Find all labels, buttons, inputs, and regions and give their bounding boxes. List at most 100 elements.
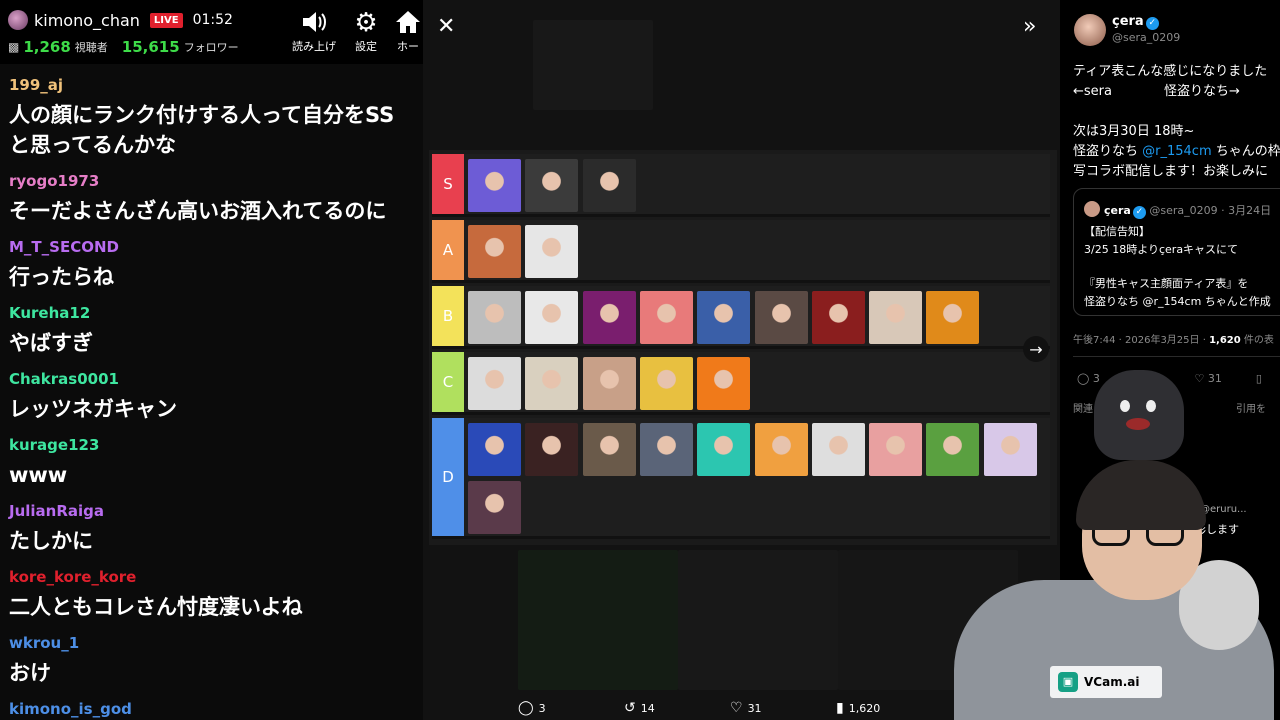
chat-message-user: Chakras0001 <box>9 370 119 388</box>
tier-thumbnail <box>468 357 521 410</box>
views-action[interactable]: ▮ 1,620 <box>836 700 942 716</box>
viewer-unit: 視聴者 <box>74 41 108 54</box>
chevron-double-right-icon[interactable]: » <box>1023 14 1036 39</box>
arrow-right-icon[interactable]: → <box>1023 336 1049 362</box>
home-label: ホー <box>397 40 419 53</box>
chat-header: kimono_chan LIVE 01:52 ▩ 1,268 視聴者 15,61… <box>0 0 423 64</box>
like-action[interactable]: ♡ 31 <box>730 700 836 716</box>
chat-message-text: と思ってるんかな <box>9 133 176 157</box>
chat-username[interactable]: kore_kore_kore <box>9 568 136 586</box>
views-count: 1,620 <box>848 701 881 715</box>
tier-thumbnail <box>811 423 865 476</box>
chat-username[interactable]: kimono_is_god <box>9 700 132 718</box>
retweet-icon: ↺ <box>624 700 636 716</box>
tier-thumbnail <box>525 357 579 410</box>
chat-message: www <box>9 460 419 490</box>
tier-thumbnail <box>639 423 693 476</box>
reply-count: 3 <box>538 701 546 715</box>
chat-message: 行ったらね <box>9 262 419 292</box>
chat-username[interactable]: wkrou_1 <box>9 634 79 652</box>
tweet-author-name[interactable]: çera ✓ <box>1112 14 1159 30</box>
tier-label: S <box>432 154 464 214</box>
chat-message-text: 行ったらね <box>9 265 114 289</box>
reply-action[interactable]: ◯ 3 <box>518 700 624 716</box>
chat-username[interactable]: JulianRaiga <box>9 502 104 520</box>
tier-thumbnail <box>754 423 808 476</box>
stream-info: kimono_chan LIVE 01:52 <box>8 10 233 30</box>
quote-handle: @sera_0209 · 3月24日 <box>1149 204 1272 217</box>
chat-message: たしかに <box>9 526 419 556</box>
webcam-overlay: ▣ VCam.ai <box>944 370 1280 720</box>
chat-message: おけ <box>9 658 419 688</box>
chat-username[interactable]: M_T_SECOND <box>9 238 119 256</box>
tweet-avatar[interactable] <box>1074 14 1106 46</box>
chat-message-user: 199_aj <box>9 76 63 94</box>
chat-message-user: Kureha12 <box>9 304 90 322</box>
chat-message-user: ryogo1973 <box>9 172 99 190</box>
home-button[interactable]: ホー <box>388 8 423 54</box>
elapsed-time: 01:52 <box>192 12 233 28</box>
tier-thumbnail <box>468 291 521 344</box>
verified-icon: ✓ <box>1132 206 1146 219</box>
like-count: 31 <box>747 701 762 715</box>
chat-message-user: kurage123 <box>9 436 99 454</box>
gear-icon: ⚙ <box>354 8 378 38</box>
chat-message: レッツネガキャン <box>9 394 419 424</box>
tier-row-b: B <box>432 286 1050 349</box>
tier-thumbnail <box>754 291 808 344</box>
background-thumbnail <box>518 550 678 690</box>
tier-thumbnail <box>582 291 636 344</box>
tier-thumbnail <box>525 291 579 344</box>
chat-message-text: www <box>9 463 68 487</box>
tier-thumbnail <box>697 357 751 410</box>
read-aloud-button[interactable]: 読み上げ <box>289 8 339 54</box>
penguin-beak <box>1126 418 1150 430</box>
settings-label: 設定 <box>355 40 377 53</box>
vcam-logo-icon: ▣ <box>1058 672 1078 692</box>
verified-icon: ✓ <box>1145 17 1159 30</box>
chat-username[interactable]: 199_aj <box>9 76 63 94</box>
background-image <box>533 20 653 110</box>
tier-thumbnail <box>697 423 751 476</box>
quote-name: çera <box>1104 204 1131 217</box>
chat-message-text: 二人ともコレさん忖度凄いよね <box>9 595 303 619</box>
quote-header: çera ✓ @sera_0209 · 3月24日 <box>1104 202 1271 219</box>
viewer-count: 1,268 <box>23 38 71 56</box>
retweet-action[interactable]: ↺ 14 <box>624 700 730 716</box>
chat-username[interactable]: Kureha12 <box>9 304 90 322</box>
tier-thumbnail <box>639 357 693 410</box>
chat-message-user: M_T_SECOND <box>9 238 119 256</box>
tier-label: C <box>432 352 464 412</box>
chat-message-user: kimono_is_god <box>9 700 132 718</box>
chat-username[interactable]: kurage123 <box>9 436 99 454</box>
tweet-handle[interactable]: @sera_0209 <box>1112 31 1180 44</box>
chat-message-text: 人の顔にランク付けする人って自分をSS <box>9 103 395 127</box>
tier-thumbnail <box>811 291 865 344</box>
mention-link[interactable]: @r_154cm <box>1143 295 1202 308</box>
chat-username[interactable]: Chakras0001 <box>9 370 119 388</box>
chat-message-text: そーだよさんざん高いお酒入れてるのに <box>9 199 387 223</box>
reply-icon: ◯ <box>518 700 534 716</box>
screen: kimono_chan LIVE 01:52 ▩ 1,268 視聴者 15,61… <box>0 0 1280 720</box>
vcam-label: VCam.ai <box>1084 675 1140 689</box>
chat-message: と思ってるんかな <box>9 130 419 160</box>
tier-label: A <box>432 220 464 280</box>
close-icon[interactable]: ✕ <box>437 14 455 39</box>
chat-message: 二人ともコレさん忖度凄いよね <box>9 592 419 622</box>
quoted-tweet[interactable]: çera ✓ @sera_0209 · 3月24日 【配信告知】 3/25 18時… <box>1073 188 1280 316</box>
chat-username[interactable]: ryogo1973 <box>9 172 99 190</box>
mention-link[interactable]: @r_154cm <box>1142 144 1211 159</box>
people-icon: ▩ <box>8 40 20 54</box>
tier-row-a: A <box>432 220 1050 283</box>
tweet-text-line: ←sera 怪盗りなち→ <box>1073 84 1240 99</box>
tier-thumbnail <box>582 357 636 410</box>
tier-thumbnail <box>468 225 521 278</box>
quote-avatar <box>1084 201 1100 217</box>
live-badge: LIVE <box>149 12 183 28</box>
quote-line: 怪盗りなち @r_154cm ちゃんと作成 <box>1084 295 1271 308</box>
settings-button[interactable]: ⚙ 設定 <box>341 8 391 54</box>
tier-row-s: S <box>432 154 1050 217</box>
tier-thumbnail <box>525 159 579 212</box>
chat-message: 人の顔にランク付けする人って自分をSS <box>9 100 419 130</box>
tier-thumbnail <box>869 423 923 476</box>
